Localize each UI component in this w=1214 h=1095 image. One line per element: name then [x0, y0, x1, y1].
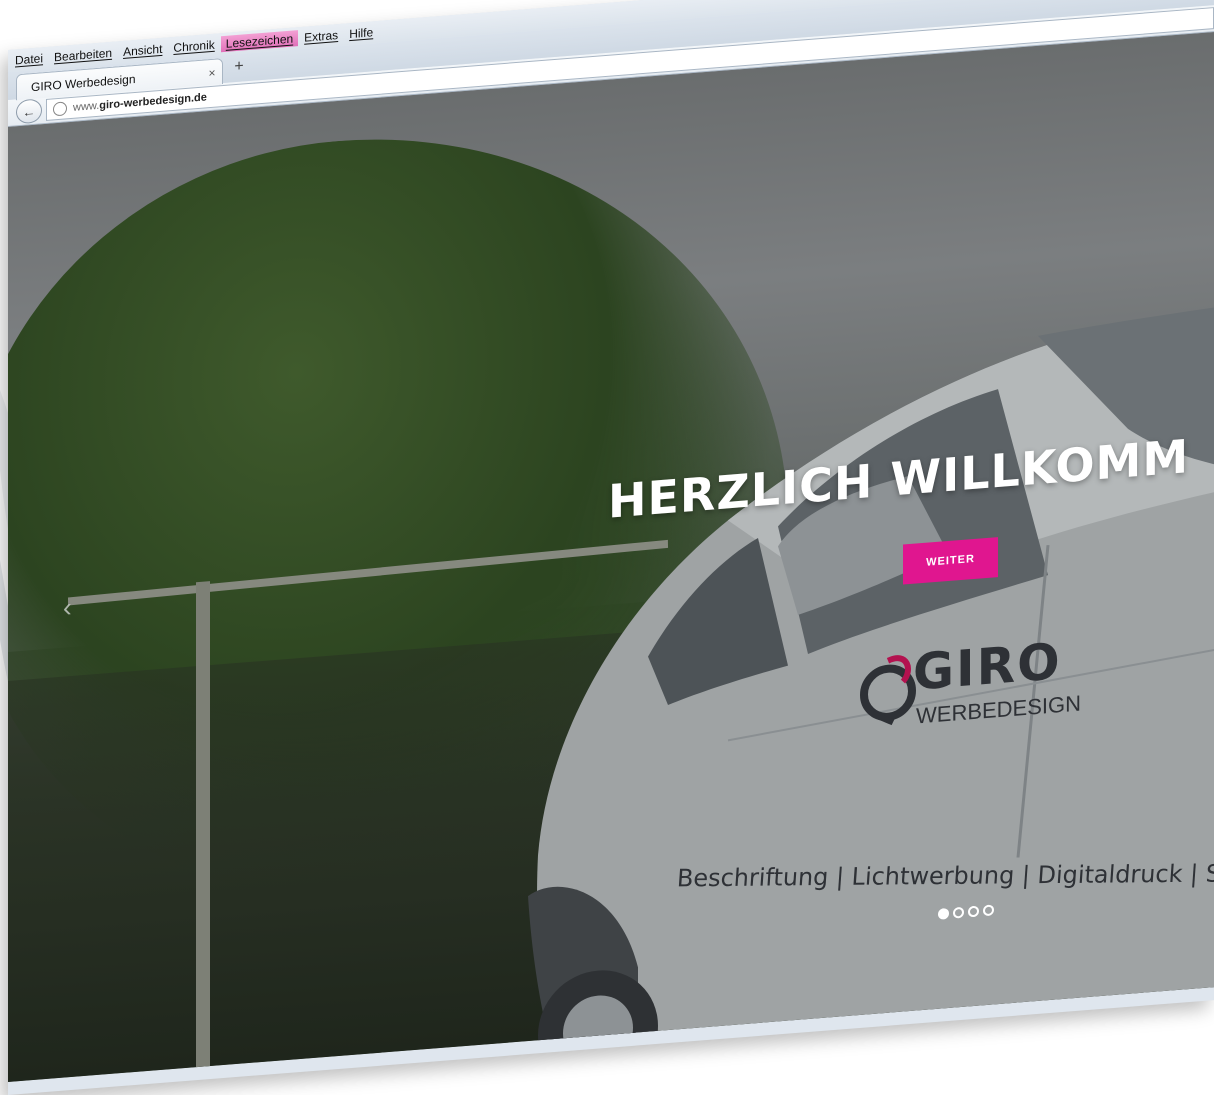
back-button[interactable]: ← [16, 98, 42, 125]
services-text: Beschriftung | Lichtwerbung | Digitaldru… [676, 858, 1214, 893]
close-icon[interactable]: × [202, 65, 222, 81]
menu-bearbeiten[interactable]: Bearbeiten [49, 44, 117, 65]
menu-hilfe[interactable]: Hilfe [344, 24, 378, 43]
menu-chronik[interactable]: Chronik [168, 36, 219, 56]
fence-post [196, 581, 210, 1083]
carousel-dot-2[interactable] [953, 906, 964, 919]
carousel-dot-3[interactable] [968, 905, 979, 918]
browser-window: Datei Bearbeiten Ansicht Chronik Lesezei… [8, 0, 1214, 1095]
new-tab-icon[interactable]: + [230, 57, 248, 76]
menu-datei[interactable]: Datei [10, 50, 48, 69]
menu-extras[interactable]: Extras [299, 27, 343, 46]
carousel-prev-icon[interactable]: ‹ [63, 592, 72, 624]
globe-icon [53, 101, 67, 117]
weiter-button[interactable]: WEITER [903, 537, 998, 585]
back-arrow-icon: ← [22, 103, 36, 120]
carousel-dot-4[interactable] [983, 904, 994, 917]
url-host: giro-werbedesign.de [99, 91, 207, 112]
hero-slider: GIRO WERBEDESIGN Beschriftung | Lichtwer… [8, 32, 1214, 1083]
brand-name: GIRO [913, 632, 1062, 702]
menu-lesezeichen[interactable]: Lesezeichen [220, 30, 299, 53]
menu-ansicht[interactable]: Ansicht [118, 40, 167, 60]
carousel-dot-1[interactable] [938, 907, 949, 920]
url-prefix: www. [73, 99, 100, 114]
